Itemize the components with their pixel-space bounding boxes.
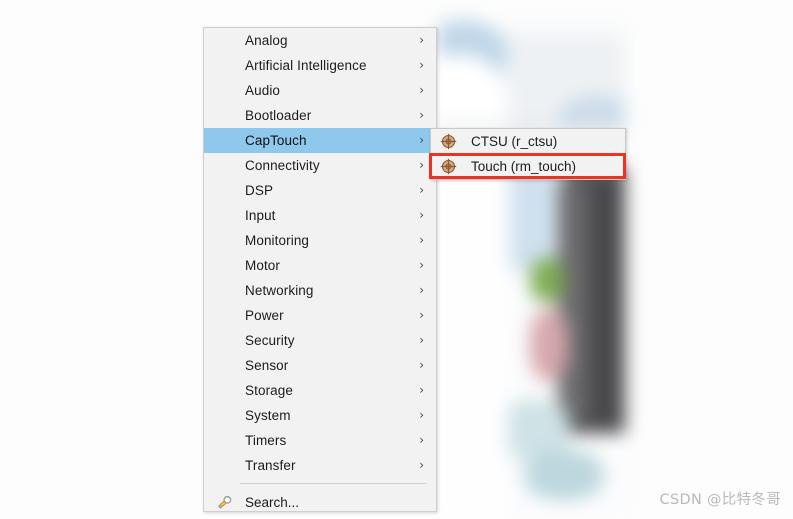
menu-item-label: Networking bbox=[245, 283, 314, 298]
menu-item-label: Motor bbox=[245, 258, 281, 273]
menu-item-analog[interactable]: Analog › bbox=[204, 28, 436, 53]
menu-item-monitoring[interactable]: Monitoring › bbox=[204, 228, 436, 253]
chevron-right-icon: › bbox=[419, 358, 424, 372]
menu-item-label: Monitoring bbox=[245, 233, 310, 248]
menu-item-audio[interactable]: Audio › bbox=[204, 78, 436, 103]
submenu-item-touch-rm-touch[interactable]: Touch (rm_touch) bbox=[431, 154, 625, 179]
blur-shape-dark-edge bbox=[558, 180, 588, 420]
module-target-icon bbox=[440, 133, 457, 150]
menu-item-search[interactable]: Search... bbox=[204, 489, 436, 516]
chevron-right-icon: › bbox=[419, 258, 424, 272]
magnifier-icon bbox=[216, 493, 234, 511]
menu-item-label: System bbox=[245, 408, 291, 423]
menu-item-label: Connectivity bbox=[245, 158, 320, 173]
menu-item-label: Artificial Intelligence bbox=[245, 58, 367, 73]
blur-shape-pink-blob bbox=[530, 310, 568, 380]
menu-item-input[interactable]: Input › bbox=[204, 203, 436, 228]
menu-item-connectivity[interactable]: Connectivity › bbox=[204, 153, 436, 178]
menu-item-label: Audio bbox=[245, 83, 281, 98]
menu-item-motor[interactable]: Motor › bbox=[204, 253, 436, 278]
menu-item-label: CapTouch bbox=[245, 133, 307, 148]
menu-item-label: Timers bbox=[245, 433, 287, 448]
chevron-right-icon: › bbox=[419, 383, 424, 397]
chevron-right-icon: › bbox=[419, 208, 424, 222]
menu-item-sensor[interactable]: Sensor › bbox=[204, 353, 436, 378]
chevron-right-icon: › bbox=[419, 283, 424, 297]
menu-item-label: Transfer bbox=[245, 458, 296, 473]
chevron-right-icon: › bbox=[419, 83, 424, 97]
chevron-right-icon: › bbox=[419, 58, 424, 72]
menu-item-bootloader[interactable]: Bootloader › bbox=[204, 103, 436, 128]
submenu-items-container: CTSU (r_ctsu) Touch (rm_touch) bbox=[431, 129, 625, 179]
menu-item-label: Bootloader bbox=[245, 108, 312, 123]
stack-component-category-menu[interactable]: Analog › Artificial Intelligence › Audio › Boo… bbox=[203, 27, 437, 512]
captouch-submenu[interactable]: CTSU (r_ctsu) Touch (rm_touch) bbox=[430, 128, 626, 180]
chevron-right-icon: › bbox=[419, 158, 424, 172]
blur-shape-teal-blob bbox=[524, 450, 604, 500]
menu-item-dsp[interactable]: DSP › bbox=[204, 178, 436, 203]
menu-divider bbox=[240, 483, 426, 484]
menu-item-captouch[interactable]: CapTouch › bbox=[204, 128, 436, 153]
chevron-right-icon: › bbox=[419, 133, 424, 147]
submenu-item-ctsu-r-ctsu[interactable]: CTSU (r_ctsu) bbox=[431, 129, 625, 154]
chevron-right-icon: › bbox=[419, 108, 424, 122]
menu-item-artificial-intelligence[interactable]: Artificial Intelligence › bbox=[204, 53, 436, 78]
menu-item-networking[interactable]: Networking › bbox=[204, 278, 436, 303]
chevron-right-icon: › bbox=[419, 233, 424, 247]
menu-item-label: Analog bbox=[245, 33, 288, 48]
menu-item-power[interactable]: Power › bbox=[204, 303, 436, 328]
menu-item-label: Sensor bbox=[245, 358, 289, 373]
menu-item-label: DSP bbox=[245, 183, 274, 198]
chevron-right-icon: › bbox=[419, 433, 424, 447]
menu-item-label: Security bbox=[245, 333, 295, 348]
menu-item-transfer[interactable]: Transfer › bbox=[204, 453, 436, 478]
blurred-editor-panel bbox=[438, 20, 625, 519]
module-target-icon bbox=[440, 158, 457, 175]
menu-item-storage[interactable]: Storage › bbox=[204, 378, 436, 403]
blur-shape-white-strip bbox=[438, 130, 508, 519]
menu-item-security[interactable]: Security › bbox=[204, 328, 436, 353]
chevron-right-icon: › bbox=[419, 408, 424, 422]
menu-items-container: Analog › Artificial Intelligence › Audio › Boo… bbox=[204, 28, 436, 478]
chevron-right-icon: › bbox=[419, 308, 424, 322]
menu-item-label: Storage bbox=[245, 383, 293, 398]
menu-item-system[interactable]: System › bbox=[204, 403, 436, 428]
csdn-watermark: CSDN @比特冬哥 bbox=[659, 492, 781, 508]
menu-item-timers[interactable]: Timers › bbox=[204, 428, 436, 453]
menu-item-label: Input bbox=[245, 208, 276, 223]
chevron-right-icon: › bbox=[419, 33, 424, 47]
menu-item-label: Power bbox=[245, 308, 284, 323]
chevron-right-icon: › bbox=[419, 458, 424, 472]
chevron-right-icon: › bbox=[419, 183, 424, 197]
chevron-right-icon: › bbox=[419, 333, 424, 347]
blur-shape-green-blob bbox=[530, 258, 564, 302]
